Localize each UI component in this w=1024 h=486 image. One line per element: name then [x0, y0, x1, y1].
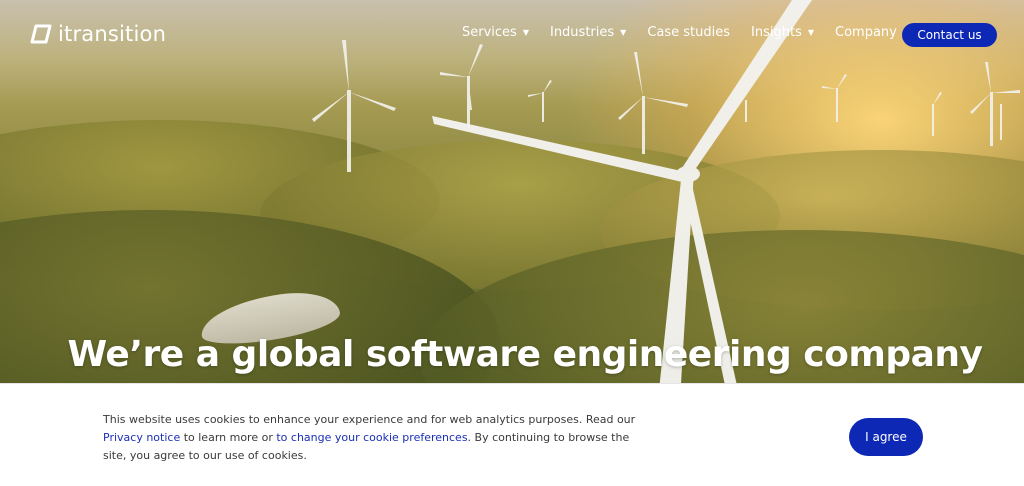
cookie-notice-text: This website uses cookies to enhance you…: [103, 411, 643, 465]
top-navigation: itransition Services ▼ Industries ▼ Case…: [0, 0, 1024, 68]
nav-item-label: Case studies: [647, 25, 731, 40]
brand-logo[interactable]: itransition: [30, 22, 166, 46]
caret-down-icon: ▼: [807, 28, 814, 37]
nav-item-company[interactable]: Company ▼: [835, 25, 909, 40]
cookie-text-part: This website uses cookies to enhance you…: [103, 413, 636, 426]
cookie-preferences-link[interactable]: to change your cookie preferences: [276, 431, 467, 444]
nav-item-services[interactable]: Services ▼: [462, 25, 529, 40]
privacy-notice-link[interactable]: Privacy notice: [103, 431, 180, 444]
i-agree-button[interactable]: I agree: [849, 418, 923, 456]
itransition-logo-mark-icon: [30, 24, 52, 44]
nav-item-industries[interactable]: Industries ▼: [550, 25, 626, 40]
nav-item-label: Insights: [751, 25, 802, 40]
contact-us-button[interactable]: Contact us: [902, 23, 997, 47]
caret-down-icon: ▼: [522, 28, 529, 37]
brand-name: itransition: [58, 22, 167, 46]
caret-down-icon: ▼: [620, 28, 627, 37]
nav-item-insights[interactable]: Insights ▼: [751, 25, 814, 40]
nav-item-label: Services: [462, 25, 517, 40]
cookie-banner: This website uses cookies to enhance you…: [0, 383, 1024, 486]
main-menu: Services ▼ Industries ▼ Case studies Ins…: [462, 25, 930, 40]
hero-headline: We’re a global software engineering comp…: [67, 334, 984, 375]
nav-item-label: Industries: [549, 25, 615, 40]
nav-item-label: Company: [835, 25, 897, 40]
cookie-text-part: to learn more or: [180, 431, 277, 444]
nav-item-case-studies[interactable]: Case studies: [647, 25, 730, 40]
